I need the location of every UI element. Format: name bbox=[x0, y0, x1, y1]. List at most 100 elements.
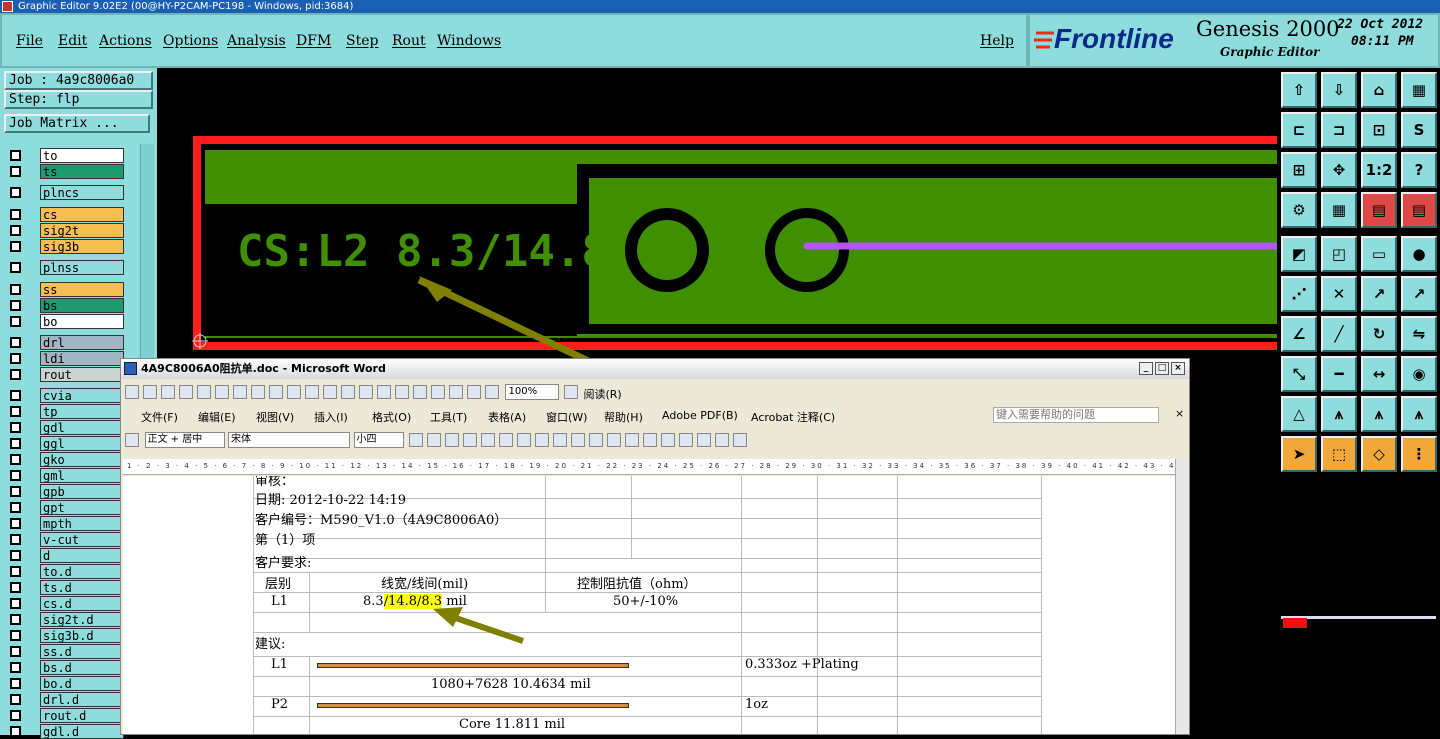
layer-checkbox[interactable] bbox=[10, 726, 21, 737]
layer-name[interactable]: sig3b bbox=[40, 239, 124, 254]
pointer-shape-icon[interactable]: ◇ bbox=[1361, 436, 1397, 472]
layer-name[interactable]: gko bbox=[40, 452, 124, 467]
layer-checkbox[interactable] bbox=[10, 662, 21, 673]
highlight-icon[interactable] bbox=[679, 433, 693, 447]
undo-icon[interactable] bbox=[341, 385, 355, 399]
layer-checkbox[interactable] bbox=[10, 710, 21, 721]
align-left-icon[interactable] bbox=[517, 433, 531, 447]
move-icon[interactable]: ⤡ bbox=[1281, 356, 1317, 392]
menu-actions[interactable]: Actions bbox=[99, 33, 152, 49]
layer-checkbox[interactable] bbox=[10, 598, 21, 609]
rotate-icon[interactable]: ↻ bbox=[1361, 316, 1397, 352]
word-menu-insert[interactable]: 插入(I) bbox=[314, 409, 348, 425]
layer-checkbox[interactable] bbox=[10, 614, 21, 625]
layer-row[interactable]: bo.d bbox=[6, 676, 124, 691]
triangle-icon[interactable]: △ bbox=[1281, 396, 1317, 432]
help-icon[interactable]: ? bbox=[1401, 152, 1437, 188]
layer-checkbox[interactable] bbox=[10, 337, 21, 348]
layer-name[interactable]: rout.d bbox=[40, 708, 124, 723]
layer-name[interactable]: drl.d bbox=[40, 692, 124, 707]
table-icon[interactable] bbox=[395, 385, 409, 399]
char-border-icon[interactable] bbox=[463, 433, 477, 447]
layer-checkbox[interactable] bbox=[10, 534, 21, 545]
style-select[interactable]: 正文 + 居中 bbox=[144, 432, 225, 448]
word-menu-format[interactable]: 格式(O) bbox=[372, 409, 411, 425]
layer-checkbox[interactable] bbox=[10, 241, 21, 252]
layer-name[interactable]: cs.d bbox=[40, 596, 124, 611]
layer-name[interactable]: bo bbox=[40, 314, 124, 329]
layer-checkbox[interactable] bbox=[10, 502, 21, 513]
layer-name[interactable]: gdl.d bbox=[40, 724, 124, 739]
menu-dfm[interactable]: DFM bbox=[296, 33, 331, 49]
print-icon[interactable] bbox=[197, 385, 211, 399]
layer-name[interactable]: sig3b.d bbox=[40, 628, 124, 643]
layer-row[interactable]: v-cut bbox=[6, 532, 124, 547]
layer-checkbox[interactable] bbox=[10, 316, 21, 327]
layer-checkbox[interactable] bbox=[10, 422, 21, 433]
pointer-icon[interactable]: ➤ bbox=[1281, 436, 1317, 472]
layer-checkbox[interactable] bbox=[10, 300, 21, 311]
bullets-icon[interactable] bbox=[625, 433, 639, 447]
pointer-box-icon[interactable]: ⬚ bbox=[1321, 436, 1357, 472]
close-doc-icon[interactable]: × bbox=[1175, 407, 1184, 420]
read-button[interactable]: 阅读(R) bbox=[584, 386, 622, 402]
layer-name[interactable]: d bbox=[40, 548, 124, 563]
snap-right-icon[interactable]: ⊐ bbox=[1321, 112, 1357, 148]
styles-icon[interactable] bbox=[125, 433, 139, 447]
open-icon[interactable] bbox=[143, 385, 157, 399]
save-icon[interactable] bbox=[161, 385, 175, 399]
layer-checkbox[interactable] bbox=[10, 390, 21, 401]
mirror-icon[interactable]: ⇋ bbox=[1401, 316, 1437, 352]
cut-icon[interactable] bbox=[269, 385, 283, 399]
layer-name[interactable]: ss bbox=[40, 282, 124, 297]
minimize-button[interactable]: _ bbox=[1139, 362, 1153, 375]
word-menu-view[interactable]: 视图(V) bbox=[256, 409, 294, 425]
window-icon[interactable]: ◰ bbox=[1321, 236, 1357, 272]
layer-name[interactable]: ts bbox=[40, 164, 124, 179]
line-spacing-icon[interactable] bbox=[589, 433, 603, 447]
char-shade-icon[interactable] bbox=[481, 433, 495, 447]
outdent-icon[interactable] bbox=[643, 433, 657, 447]
word-menu-pdf[interactable]: Adobe PDF(B) bbox=[662, 409, 738, 422]
graphic-canvas[interactable]: 4A9C8006A0 CS:L2 8.3/14.8 bbox=[157, 68, 1277, 358]
menu-options[interactable]: Options bbox=[163, 33, 218, 49]
snap-left-icon[interactable]: ⊏ bbox=[1281, 112, 1317, 148]
layer-row[interactable]: gdl.d bbox=[6, 724, 124, 739]
layer-row[interactable]: bs.d bbox=[6, 660, 124, 675]
layer-row[interactable]: ggl bbox=[6, 436, 124, 451]
enclose-char-icon[interactable] bbox=[733, 433, 747, 447]
fit-h-icon[interactable]: ↔ bbox=[1361, 356, 1397, 392]
justify-icon[interactable] bbox=[571, 433, 585, 447]
phonetic-icon[interactable] bbox=[715, 433, 729, 447]
layer-checkbox[interactable] bbox=[10, 470, 21, 481]
layer-name[interactable]: to bbox=[40, 148, 124, 163]
net-icon[interactable]: ⋰ bbox=[1281, 276, 1317, 312]
layer-name[interactable]: sig2t bbox=[40, 223, 124, 238]
layer-row[interactable]: ts bbox=[6, 164, 124, 179]
layer-name[interactable]: ggl bbox=[40, 436, 124, 451]
help-icon[interactable] bbox=[564, 385, 578, 399]
layer-row[interactable]: gdl bbox=[6, 420, 124, 435]
menu-analysis[interactable]: Analysis bbox=[227, 33, 286, 49]
permission-icon[interactable] bbox=[179, 385, 193, 399]
layer-row[interactable]: sig2t.d bbox=[6, 612, 124, 627]
arrow-a-icon[interactable]: ⩚ bbox=[1321, 396, 1357, 432]
layer-row[interactable]: sig2t bbox=[6, 223, 124, 238]
ruler[interactable]: 1 · 2 · 3 · 4 · 5 · 6 · 7 · 8 · 9 · 10 ·… bbox=[123, 459, 1175, 475]
layer-checkbox[interactable] bbox=[10, 582, 21, 593]
menu-edit[interactable]: Edit bbox=[58, 33, 87, 49]
layer-row[interactable]: ss bbox=[6, 282, 124, 297]
italic-icon[interactable] bbox=[427, 433, 441, 447]
layer-name[interactable]: bs.d bbox=[40, 660, 124, 675]
indent-icon[interactable] bbox=[661, 433, 675, 447]
menu-file[interactable]: File bbox=[16, 33, 43, 49]
ratio-icon[interactable]: 1:2 bbox=[1361, 152, 1397, 188]
zoom-fit-icon[interactable]: ⊞ bbox=[1281, 152, 1317, 188]
layer-name[interactable]: plnss bbox=[40, 260, 124, 275]
layer-checkbox[interactable] bbox=[10, 454, 21, 465]
menu-rout[interactable]: Rout bbox=[392, 33, 426, 49]
ruler-icon[interactable]: ▭ bbox=[1361, 236, 1397, 272]
font-select[interactable]: 宋体 bbox=[228, 432, 350, 448]
spell-icon[interactable] bbox=[233, 385, 247, 399]
layer-row[interactable]: ss.d bbox=[6, 644, 124, 659]
